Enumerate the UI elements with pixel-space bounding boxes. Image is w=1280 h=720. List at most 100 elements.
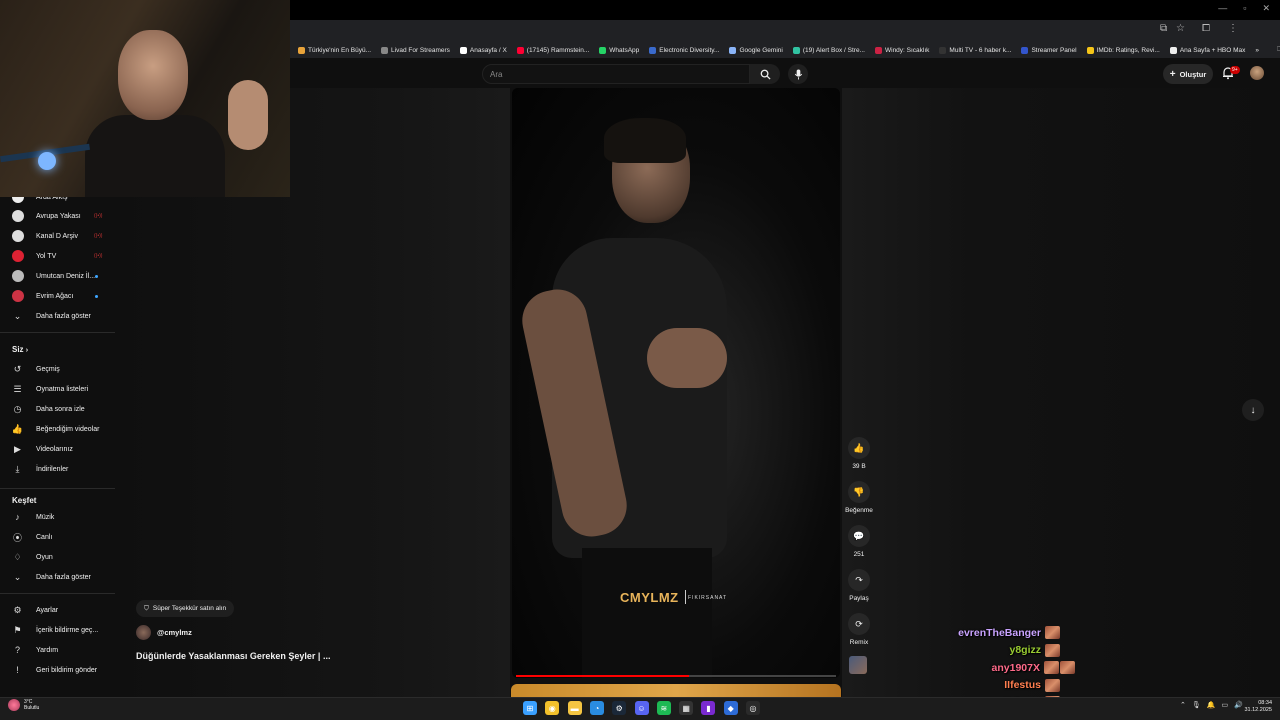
sidebar-item-label: Beğendiğim videolar bbox=[36, 425, 100, 433]
sidebar-item-label: Geçmiş bbox=[36, 365, 60, 373]
spotify-icon[interactable]: ≋ bbox=[656, 701, 671, 715]
search-button[interactable] bbox=[750, 64, 780, 84]
tray-network-icon[interactable]: ▭ bbox=[1221, 701, 1228, 709]
next-short-button[interactable]: ↓ bbox=[1242, 399, 1264, 421]
action-label: Paylaş bbox=[849, 595, 869, 602]
sidebar-item[interactable]: ? Yardım bbox=[0, 640, 115, 660]
bookmark-item[interactable]: WhatsApp bbox=[599, 46, 640, 54]
bookmark-item[interactable]: Türkiye'nin En Büyü... bbox=[298, 46, 371, 54]
sidebar-item[interactable]: ⦿ Canlı bbox=[0, 527, 115, 547]
windows-start-icon[interactable]: ⊞ bbox=[523, 701, 537, 715]
bookmark-label: (17145) Rammstein... bbox=[526, 46, 590, 54]
bookmark-favicon-icon bbox=[649, 46, 657, 54]
bookmark-item[interactable]: Multi TV - 6 haber k... bbox=[939, 46, 1011, 54]
sidebar-item[interactable]: ⚑ İçerik bildirme geç... bbox=[0, 620, 115, 640]
chat-username: any1907X bbox=[991, 661, 1040, 674]
close-icon[interactable]: ✕ bbox=[1262, 3, 1270, 14]
shorts-video-player[interactable]: CMYLMZ FIKIRSANAT bbox=[512, 88, 840, 678]
super-thanks-button[interactable]: ⛉ Süper Teşekkür satın alın bbox=[136, 600, 235, 617]
sidebar-subscription[interactable]: Kanal D Arşiv ((•)) bbox=[0, 226, 115, 246]
menu-icon[interactable]: ⋮ bbox=[1228, 23, 1238, 34]
bookmark-label: WhatsApp bbox=[609, 46, 640, 54]
cast-icon[interactable]: ⧉ bbox=[1160, 23, 1167, 34]
search-input[interactable]: Ara bbox=[482, 64, 750, 84]
voice-search-button[interactable] bbox=[788, 64, 808, 84]
taskbar-clock[interactable]: 08:34 31.12.2025 bbox=[1240, 700, 1272, 714]
channel-row[interactable]: @cmylmz bbox=[136, 625, 192, 640]
bookmark-favicon-icon bbox=[459, 46, 467, 54]
webcam-hand bbox=[228, 80, 268, 150]
extensions-icon[interactable]: ⧠ bbox=[1202, 23, 1210, 34]
sidebar-item[interactable]: ⤓ İndirilenler bbox=[0, 459, 115, 479]
steam-icon[interactable]: ⚙ bbox=[612, 701, 627, 715]
sidebar-item[interactable]: ◷ Daha sonra izle bbox=[0, 399, 115, 419]
account-avatar[interactable] bbox=[1250, 66, 1264, 80]
edge-icon[interactable]: ◔ bbox=[589, 701, 604, 715]
share-button[interactable]: ↷ Paylaş bbox=[846, 569, 872, 602]
sidebar-item[interactable]: ↺ Geçmiş bbox=[0, 359, 115, 379]
bookmark-item[interactable]: Electronic Diversity... bbox=[649, 46, 719, 54]
sidebar-item[interactable]: ♢ Oyun bbox=[0, 547, 115, 567]
tray-chevron-icon[interactable]: ⌃ bbox=[1180, 701, 1186, 709]
bookmark-item[interactable]: Ana Sayfa + HBO Max bbox=[1169, 46, 1246, 54]
calculator-icon[interactable]: ▦ bbox=[679, 701, 694, 715]
bookmark-item[interactable]: Streamer Panel bbox=[1021, 46, 1077, 54]
sidebar-item[interactable]: ▶ Videolarınız bbox=[0, 439, 115, 459]
bookmark-item[interactable]: IMDb: Ratings, Revi... bbox=[1086, 46, 1160, 54]
webcam-face bbox=[118, 30, 188, 120]
sidebar-subscription[interactable]: Umutcan Deniz İl... bbox=[0, 266, 115, 286]
bookmark-item[interactable]: Livad For Streamers bbox=[381, 46, 450, 54]
sidebar-item[interactable]: ☰ Oynatma listeleri bbox=[0, 379, 115, 399]
obs-icon[interactable]: ◎ bbox=[746, 701, 760, 715]
next-short-preview[interactable] bbox=[511, 684, 841, 697]
star-icon[interactable]: ☆ bbox=[1176, 23, 1185, 34]
comment-icon: 💬 bbox=[848, 525, 870, 547]
short-title[interactable]: Düğünlerde Yasaklanması Gereken Şeyler |… bbox=[136, 651, 330, 661]
channel-handle[interactable]: @cmylmz bbox=[157, 628, 192, 637]
maximize-icon[interactable]: ▫ bbox=[1243, 3, 1246, 14]
bookmark-label: Google Gemini bbox=[739, 46, 783, 54]
sound-source-thumbnail[interactable] bbox=[849, 656, 867, 674]
create-button[interactable]: + Oluştur bbox=[1163, 64, 1213, 84]
sidebar-item[interactable]: ! Geri bildirim gönder bbox=[0, 660, 115, 680]
like-button[interactable]: 👍 39 B bbox=[846, 437, 872, 470]
sidebar-item-label: Oyun bbox=[36, 553, 53, 561]
bookmark-item[interactable]: (19) Alert Box / Stre... bbox=[792, 46, 865, 54]
sidebar-item-label: Daha fazla göster bbox=[36, 573, 91, 581]
channel-avatar[interactable] bbox=[136, 625, 151, 640]
show-more-subscriptions[interactable]: ⌄ Daha fazla göster bbox=[0, 306, 115, 326]
show-more-explore[interactable]: ⌄ Daha fazla göster bbox=[0, 567, 115, 587]
bookmark-item[interactable]: Google Gemini bbox=[729, 46, 783, 54]
bookmark-item[interactable]: (17145) Rammstein... bbox=[516, 46, 590, 54]
emote-image bbox=[1045, 643, 1060, 657]
chrome-icon[interactable]: ◉ bbox=[545, 701, 560, 715]
tray-mic-icon[interactable]: 🎙 bbox=[1192, 701, 1201, 709]
more-bookmarks-button[interactable]: » bbox=[1255, 47, 1259, 54]
discord-icon[interactable]: ☺ bbox=[634, 701, 649, 715]
video-frame-legs bbox=[582, 548, 712, 678]
bookmark-favicon-icon bbox=[1169, 46, 1177, 54]
sidebar-item[interactable]: ⚙ Ayarlar bbox=[0, 600, 115, 620]
sidebar-item[interactable]: ♪ Müzik bbox=[0, 507, 115, 527]
app-active-icon[interactable]: ◆ bbox=[723, 701, 738, 715]
file-explorer-icon[interactable]: ▬ bbox=[567, 701, 582, 715]
bookmark-label: Ana Sayfa + HBO Max bbox=[1179, 46, 1246, 54]
sidebar-item[interactable]: 👍 Beğendiğim videolar bbox=[0, 419, 115, 439]
weather-widget[interactable]: 3°C Bulutlu bbox=[8, 699, 39, 711]
tray-bell-icon[interactable]: 🔔 bbox=[1207, 701, 1216, 709]
sidebar-subscription[interactable]: Evrim Ağacı bbox=[0, 286, 115, 306]
minimize-icon[interactable]: — bbox=[1218, 3, 1227, 14]
streamer-app-icon[interactable]: ▮ bbox=[701, 701, 716, 715]
comments-button[interactable]: 💬 251 bbox=[846, 525, 872, 558]
bookmark-item[interactable]: Anasayfa / X bbox=[459, 46, 507, 54]
channel-avatar bbox=[11, 270, 24, 282]
chevron-right-icon: › bbox=[25, 347, 29, 354]
sidebar-subscription[interactable]: Yol TV ((•)) bbox=[0, 246, 115, 266]
you-section-heading[interactable]: Siz › bbox=[12, 345, 28, 354]
dislike-button[interactable]: 👎 Beğenme bbox=[845, 481, 873, 514]
remix-button[interactable]: ⟳ Remix bbox=[846, 613, 872, 646]
bookmark-item[interactable]: Windy: Sıcaklık bbox=[874, 46, 929, 54]
search-icon bbox=[760, 69, 771, 80]
sidebar-subscription[interactable]: Avrupa Yakası ((•)) bbox=[0, 206, 115, 226]
chat-message: y8gizz bbox=[1009, 643, 1060, 657]
